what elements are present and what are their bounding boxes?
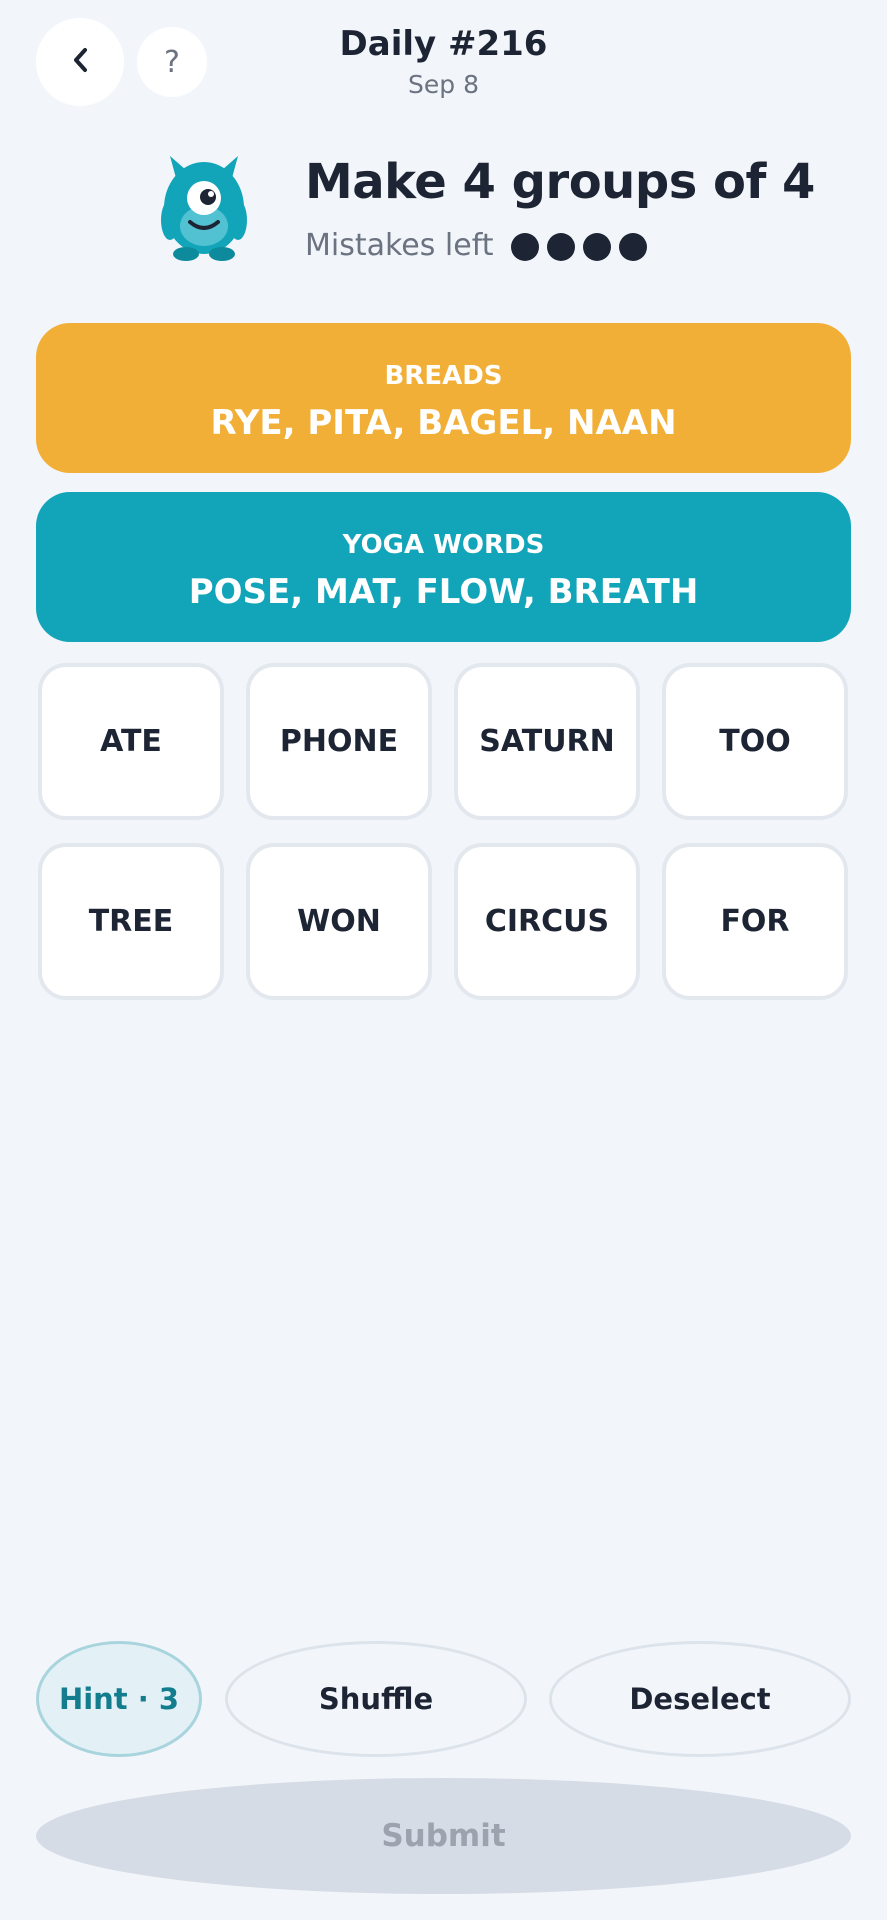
group-title: YOGA WORDS xyxy=(342,530,545,560)
word-tile[interactable]: TOO xyxy=(662,663,848,820)
instructions-heading: Make 4 groups of 4 xyxy=(305,154,815,210)
shuffle-button[interactable]: Shuffle xyxy=(225,1641,527,1757)
mistake-dot xyxy=(547,233,575,261)
word-tile[interactable]: TREE xyxy=(38,843,224,1000)
deselect-button[interactable]: Deselect xyxy=(549,1641,851,1757)
group-title: BREADS xyxy=(384,361,503,391)
mistake-dot xyxy=(619,233,647,261)
puzzle-date: Sep 8 xyxy=(408,70,479,99)
group-words: RYE, PITA, BAGEL, NAAN xyxy=(210,403,677,443)
monster-mascot-icon xyxy=(148,150,260,262)
mistake-dot xyxy=(583,233,611,261)
solved-group-breads: BREADS RYE, PITA, BAGEL, NAAN xyxy=(36,323,851,473)
solved-group-yoga-words: YOGA WORDS POSE, MAT, FLOW, BREATH xyxy=(36,492,851,642)
hint-button[interactable]: Hint · 3 xyxy=(36,1641,202,1757)
mistakes-left-label: Mistakes left xyxy=(305,228,494,263)
word-tile[interactable]: WON xyxy=(246,843,432,1000)
word-tile[interactable]: SATURN xyxy=(454,663,640,820)
word-tile[interactable]: ATE xyxy=(38,663,224,820)
word-tile[interactable]: PHONE xyxy=(246,663,432,820)
word-tile[interactable]: CIRCUS xyxy=(454,843,640,1000)
mistake-dot xyxy=(511,233,539,261)
puzzle-title: Daily #216 xyxy=(339,24,548,64)
word-tile[interactable]: FOR xyxy=(662,843,848,1000)
group-words: POSE, MAT, FLOW, BREATH xyxy=(188,572,699,612)
mistakes-remaining-indicator xyxy=(511,233,647,261)
submit-button[interactable]: Submit xyxy=(36,1778,851,1894)
